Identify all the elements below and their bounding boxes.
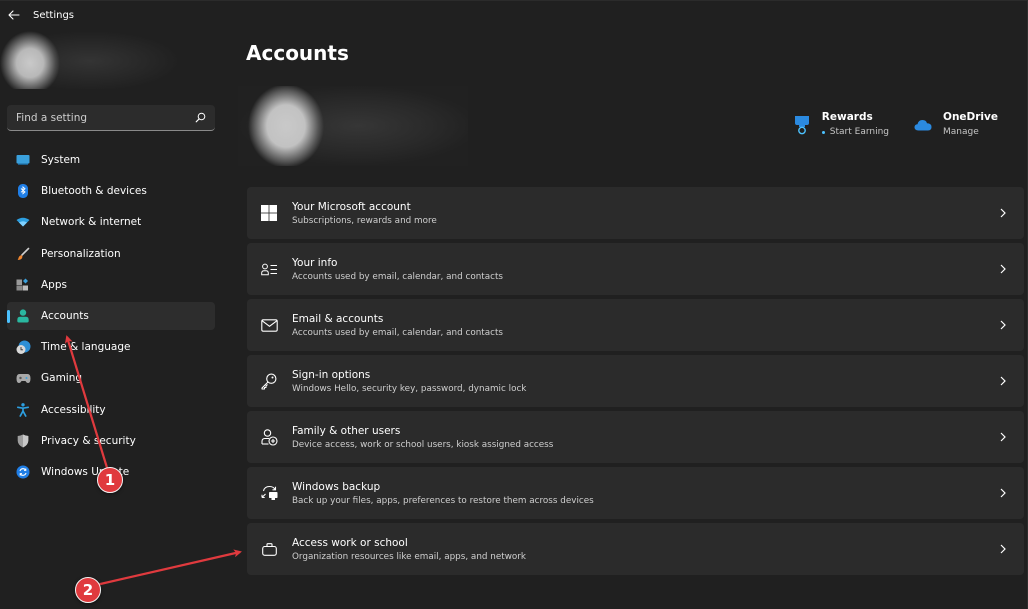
card-subtitle: Device access, work or school users, kio… — [292, 439, 554, 450]
card-sign-in-options[interactable]: Sign-in options Windows Hello, security … — [247, 355, 1024, 407]
search-icon[interactable] — [194, 112, 206, 124]
settings-window: Settings System — [0, 0, 1028, 609]
arrow-left-icon — [8, 10, 20, 20]
user-profile-blurred[interactable] — [0, 31, 180, 89]
onedrive-subtitle: Manage — [943, 127, 979, 137]
settings-cards: Your Microsoft account Subscriptions, re… — [247, 187, 1024, 579]
sidebar-item-network[interactable]: Network & internet — [7, 208, 215, 236]
chevron-right-icon — [1000, 320, 1006, 330]
rewards-link[interactable]: Rewards Start Earning — [792, 111, 889, 137]
sidebar-item-label: Privacy & security — [41, 434, 136, 447]
wifi-icon — [15, 214, 31, 230]
card-title: Sign-in options — [292, 368, 371, 381]
sidebar-item-privacy[interactable]: Privacy & security — [7, 427, 215, 455]
search-input[interactable] — [16, 111, 194, 124]
status-dot — [821, 130, 825, 134]
person-add-icon — [247, 428, 291, 446]
card-subtitle: Accounts used by email, calendar, and co… — [292, 271, 503, 282]
sidebar-item-bluetooth[interactable]: Bluetooth & devices — [7, 177, 215, 205]
annotation-badge-2: 2 — [75, 577, 101, 603]
brush-icon — [15, 246, 31, 262]
sidebar-item-apps[interactable]: Apps — [7, 271, 215, 299]
account-profile-blurred — [238, 86, 468, 166]
gamepad-icon — [15, 370, 31, 386]
card-subtitle: Subscriptions, rewards and more — [292, 215, 437, 226]
sidebar-item-time-language[interactable]: Time & language — [7, 333, 215, 361]
chevron-right-icon — [1000, 432, 1006, 442]
back-button[interactable] — [0, 1, 28, 29]
bluetooth-icon — [15, 183, 31, 199]
briefcase-icon — [247, 542, 291, 556]
card-subtitle: Windows Hello, security key, password, d… — [292, 383, 527, 394]
cloud-icon — [913, 113, 933, 137]
onedrive-link[interactable]: OneDrive Manage — [913, 111, 998, 137]
quick-links: Rewards Start Earning OneDrive Manage — [792, 111, 998, 137]
sidebar-item-label: System — [41, 154, 81, 166]
sidebar: System Bluetooth & devices Network & int… — [0, 29, 222, 609]
accessibility-icon — [15, 402, 31, 418]
chevron-right-icon — [1000, 376, 1006, 386]
card-subtitle: Back up your files, apps, preferences to… — [292, 495, 594, 506]
mail-icon — [247, 318, 291, 332]
chevron-right-icon — [1000, 208, 1006, 218]
sidebar-item-label: Time & language — [41, 341, 131, 354]
chevron-right-icon — [1000, 544, 1006, 554]
globe-clock-icon — [15, 339, 31, 355]
card-your-info[interactable]: Your info Accounts used by email, calend… — [247, 243, 1024, 295]
sidebar-item-label: Accounts — [41, 309, 89, 322]
sidebar-item-personalization[interactable]: Personalization — [7, 240, 215, 268]
card-windows-backup[interactable]: Windows backup Back up your files, apps,… — [247, 467, 1024, 519]
rewards-title: Rewards — [821, 111, 873, 123]
card-email-accounts[interactable]: Email & accounts Accounts used by email,… — [247, 299, 1024, 351]
annotation-badge-1: 1 — [97, 467, 123, 493]
sidebar-nav: System Bluetooth & devices Network & int… — [7, 146, 215, 489]
card-title: Family & other users — [292, 424, 401, 437]
onedrive-title: OneDrive — [943, 111, 998, 123]
monitor-icon — [15, 152, 31, 168]
sidebar-item-accounts[interactable]: Accounts — [7, 301, 215, 330]
page-title: Accounts — [246, 41, 349, 65]
backup-sync-icon — [247, 485, 291, 501]
person-list-icon — [247, 263, 291, 276]
card-microsoft-account[interactable]: Your Microsoft account Subscriptions, re… — [247, 187, 1024, 239]
sidebar-item-accessibility[interactable]: Accessibility — [7, 396, 215, 424]
sidebar-item-label: Accessibility — [41, 403, 106, 416]
key-icon — [247, 373, 291, 390]
card-subtitle: Organization resources like email, apps,… — [292, 551, 526, 562]
search-box[interactable] — [7, 105, 215, 131]
title-bar: Settings — [0, 1, 1027, 29]
sidebar-item-label: Network & internet — [41, 216, 142, 229]
chevron-right-icon — [1000, 264, 1006, 274]
sidebar-item-label: Gaming — [41, 372, 83, 385]
app-title: Settings — [33, 9, 75, 21]
sidebar-item-label: Personalization — [41, 247, 121, 260]
card-title: Windows backup — [292, 480, 381, 493]
person-icon — [15, 308, 31, 324]
chevron-right-icon — [1000, 488, 1006, 498]
sidebar-item-label: Apps — [41, 278, 67, 291]
sidebar-item-label: Bluetooth & devices — [41, 185, 147, 198]
update-icon — [15, 464, 31, 480]
card-title: Email & accounts — [292, 312, 384, 325]
card-title: Your info — [292, 256, 338, 269]
card-title: Your Microsoft account — [292, 200, 411, 213]
card-family-other-users[interactable]: Family & other users Device access, work… — [247, 411, 1024, 463]
rewards-medal-icon — [792, 113, 812, 137]
windows-logo-icon — [247, 205, 291, 221]
apps-icon — [15, 277, 31, 293]
sidebar-item-system[interactable]: System — [7, 146, 215, 174]
main-content: Accounts Rewards Start Earning OneDrive … — [238, 29, 1028, 609]
sidebar-item-gaming[interactable]: Gaming — [7, 364, 215, 392]
card-title: Access work or school — [292, 536, 408, 549]
card-subtitle: Accounts used by email, calendar, and co… — [292, 327, 503, 338]
rewards-subtitle: Start Earning — [829, 127, 890, 137]
card-access-work-school[interactable]: Access work or school Organization resou… — [247, 523, 1024, 575]
shield-icon — [15, 433, 31, 449]
